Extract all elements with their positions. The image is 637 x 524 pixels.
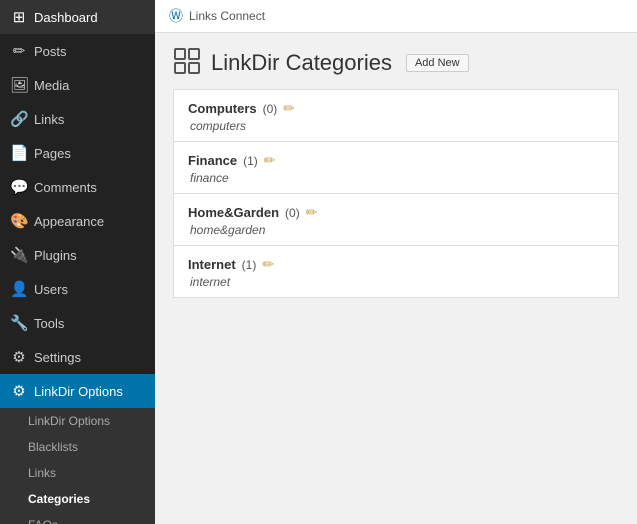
cat-slug: finance — [188, 171, 604, 185]
sidebar-item-label: Tools — [34, 316, 64, 331]
category-card-finance: Finance (1) ✏ finance — [173, 141, 619, 193]
comments-icon: 💬 — [10, 178, 28, 196]
edit-icon[interactable]: ✏ — [283, 100, 295, 117]
edit-icon[interactable]: ✏ — [262, 256, 274, 273]
sidebar-item-tools[interactable]: 🔧 Tools — [0, 306, 155, 340]
main-content: Ⓦ Links Connect LinkDir Categories Add N… — [155, 0, 637, 524]
tools-icon: 🔧 — [10, 314, 28, 332]
sidebar-item-label: Settings — [34, 350, 81, 365]
categories-list: Computers (0) ✏ computers Finance (1) ✏ … — [155, 89, 637, 316]
users-icon: 👤 — [10, 280, 28, 298]
submenu-item-blacklists[interactable]: Blacklists — [0, 434, 155, 460]
page-title: LinkDir Categories — [211, 50, 392, 76]
cat-name: Home&Garden — [188, 205, 279, 220]
top-bar-label: Links Connect — [189, 9, 265, 23]
sidebar-item-label: Appearance — [34, 214, 104, 229]
appearance-icon: 🎨 — [10, 212, 28, 230]
sidebar-item-links[interactable]: 🔗 Links — [0, 102, 155, 136]
sidebar-item-comments[interactable]: 💬 Comments — [0, 170, 155, 204]
sidebar-item-label: Users — [34, 282, 68, 297]
sidebar-item-label: Pages — [34, 146, 71, 161]
page-header: LinkDir Categories Add New — [155, 33, 637, 89]
submenu-item-categories[interactable]: Categories — [0, 486, 155, 512]
cat-count: (1) — [243, 154, 258, 168]
media-icon: 🖼 — [10, 76, 28, 94]
plugins-icon: 🔌 — [10, 246, 28, 264]
add-new-button[interactable]: Add New — [406, 54, 469, 72]
sidebar-item-dashboard[interactable]: ⊞ Dashboard — [0, 0, 155, 34]
settings-icon: ⚙ — [10, 348, 28, 366]
cat-slug: computers — [188, 119, 604, 133]
sidebar-item-label: Plugins — [34, 248, 77, 263]
sidebar-item-appearance[interactable]: 🎨 Appearance — [0, 204, 155, 238]
category-card-computers: Computers (0) ✏ computers — [173, 89, 619, 141]
sidebar: ⊞ Dashboard ✏ Posts 🖼 Media 🔗 Links 📄 Pa… — [0, 0, 155, 524]
sidebar-item-posts[interactable]: ✏ Posts — [0, 34, 155, 68]
wp-logo: Ⓦ — [169, 6, 183, 26]
cat-name: Internet — [188, 257, 236, 272]
sidebar-item-pages[interactable]: 📄 Pages — [0, 136, 155, 170]
sidebar-item-label: Links — [34, 112, 64, 127]
pages-icon: 📄 — [10, 144, 28, 162]
sidebar-item-plugins[interactable]: 🔌 Plugins — [0, 238, 155, 272]
sidebar-submenu: LinkDir Options Blacklists Links Categor… — [0, 408, 155, 524]
cat-count: (1) — [242, 258, 257, 272]
cat-slug: internet — [188, 275, 604, 289]
edit-icon[interactable]: ✏ — [264, 152, 276, 169]
cat-name: Computers — [188, 101, 257, 116]
dashboard-icon: ⊞ — [10, 8, 28, 26]
sidebar-item-linkdir-options[interactable]: ⚙ LinkDir Options — [0, 374, 155, 408]
sidebar-item-settings[interactable]: ⚙ Settings — [0, 340, 155, 374]
sidebar-item-label: LinkDir Options — [34, 384, 123, 399]
cat-count: (0) — [285, 206, 300, 220]
submenu-item-linkdir-options[interactable]: LinkDir Options — [0, 408, 155, 434]
category-card-internet: Internet (1) ✏ internet — [173, 245, 619, 298]
cat-name: Finance — [188, 153, 237, 168]
sidebar-item-label: Media — [34, 78, 69, 93]
category-card-homegarden: Home&Garden (0) ✏ home&garden — [173, 193, 619, 245]
sidebar-item-label: Posts — [34, 44, 67, 59]
submenu-item-faqs[interactable]: FAQs — [0, 512, 155, 524]
sidebar-item-media[interactable]: 🖼 Media — [0, 68, 155, 102]
sidebar-item-label: Comments — [34, 180, 97, 195]
submenu-item-links[interactable]: Links — [0, 460, 155, 486]
cat-slug: home&garden — [188, 223, 604, 237]
cat-count: (0) — [263, 102, 278, 116]
edit-icon[interactable]: ✏ — [306, 204, 318, 221]
sidebar-item-label: Dashboard — [34, 10, 98, 25]
posts-icon: ✏ — [10, 42, 28, 60]
linkdir-icon: ⚙ — [10, 382, 28, 400]
top-bar: Ⓦ Links Connect — [155, 0, 637, 33]
sidebar-item-users[interactable]: 👤 Users — [0, 272, 155, 306]
page-header-icon — [173, 47, 201, 79]
links-icon: 🔗 — [10, 110, 28, 128]
